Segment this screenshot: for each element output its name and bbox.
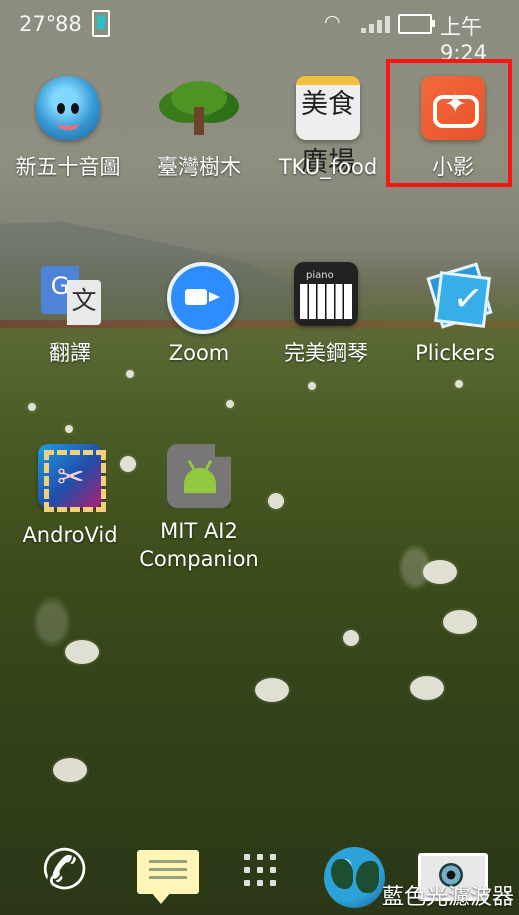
- signal-icon: [361, 15, 393, 33]
- app-label: Plickers: [415, 341, 495, 365]
- battery-icon: [398, 14, 435, 34]
- battery-icon: [92, 10, 110, 37]
- wifi-icon: ◠: [324, 11, 341, 33]
- app-shortcut-taiwan-trees[interactable]: 臺灣樹木: [136, 76, 262, 186]
- food-court-icon: 美食廣場: [296, 76, 360, 178]
- background-flower: [443, 610, 477, 634]
- app-shortcut-new-50-sounds[interactable]: 新五十音圖: [5, 76, 131, 186]
- background-flower: [65, 640, 99, 664]
- app-drawer-icon[interactable]: [244, 854, 281, 891]
- app-shortcut-mit-ai2-companion[interactable]: MIT AI2 Companion: [136, 444, 262, 571]
- status-bar: 27° 88 ◠ 上午9:24: [0, 0, 519, 65]
- tree-icon: [167, 76, 231, 140]
- slime-icon: [36, 76, 100, 140]
- app-shortcut-perfect-piano[interactable]: piano 完美鋼琴: [263, 262, 389, 372]
- background-flower: [53, 758, 87, 782]
- background-flower: [65, 425, 73, 433]
- blue-light-filter-label: 藍色光濾波器: [382, 885, 515, 910]
- translate-icon: G文: [38, 262, 102, 326]
- app-label: 翻譯: [49, 341, 91, 365]
- phone-icon[interactable]: ✆: [33, 834, 116, 915]
- background-flower: [28, 403, 36, 411]
- background-flower: [410, 676, 444, 700]
- message-icon[interactable]: [137, 850, 199, 904]
- app-label: AndroVid: [22, 523, 118, 547]
- app-shortcut-zoom[interactable]: Zoom: [136, 262, 262, 372]
- app-label: 完美鋼琴: [284, 341, 368, 365]
- app-label: MIT AI2 Companion: [136, 517, 262, 573]
- app-label: 臺灣樹木: [157, 155, 241, 179]
- background-flower: [255, 678, 289, 702]
- app-label-line: MIT AI2: [160, 519, 238, 543]
- app-shortcut-androvid[interactable]: ✂ AndroVid: [7, 444, 133, 554]
- app-shortcut-tku-food[interactable]: 美食廣場 TKU_food: [265, 76, 391, 186]
- zoom-camera-icon: [167, 262, 239, 334]
- background-flower: [343, 630, 359, 646]
- app-shortcut-translate[interactable]: G文 翻譯: [7, 262, 133, 372]
- app-label-line: Companion: [139, 547, 259, 571]
- clock: 上午9:24: [440, 15, 488, 65]
- background-flower: [268, 493, 284, 509]
- selected-app-highlight: [386, 59, 512, 187]
- battery-percent-status: 88: [55, 12, 82, 36]
- globe-icon[interactable]: [324, 847, 385, 908]
- background-flower: [226, 400, 234, 408]
- android-puzzle-icon: [167, 444, 231, 508]
- app-label: Zoom: [168, 341, 230, 365]
- piano-icon: piano: [294, 262, 358, 326]
- background-flower: [423, 560, 457, 584]
- app-label: 新五十音圖: [15, 155, 121, 179]
- temperature-status: 27°: [19, 12, 57, 36]
- android-home-screen: 27° 88 ◠ 上午9:24 新五十音圖 臺灣樹木 美食廣場 TKU_food…: [0, 0, 519, 915]
- app-label: TKU_food: [278, 155, 378, 179]
- background-flower: [308, 382, 316, 390]
- plickers-check-icon: ✓: [423, 262, 493, 329]
- video-edit-icon: ✂: [38, 444, 106, 512]
- app-shortcut-plickers[interactable]: ✓ Plickers: [392, 262, 518, 372]
- background-flower: [455, 380, 463, 388]
